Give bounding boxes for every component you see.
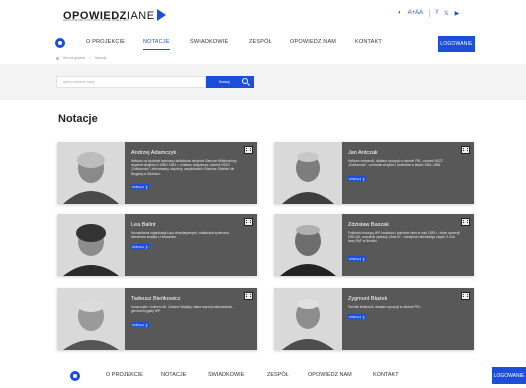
person-description: Kompozytor i żołnierz AK, Żołnierz Wyklę… [131, 305, 233, 314]
divider [429, 9, 431, 17]
film-icon [461, 146, 470, 154]
toolbar: ◐ A+AA f 𝕏 ▶ [398, 9, 459, 17]
search-icon [242, 78, 248, 84]
nav-item-kontakt[interactable]: KONTAKT [373, 372, 399, 378]
nav-item-zespol[interactable]: ZESPÓŁ [267, 372, 289, 378]
breadcrumb-separator: › [89, 56, 91, 60]
nav-item-swiadkowie[interactable]: ŚWIADKOWIE [208, 372, 244, 378]
home-icon[interactable] [55, 38, 65, 48]
logo[interactable]: OPOWIEDZIANE ARCHIWUM HISTORII MÓWIONEJ … [63, 6, 166, 24]
more-button[interactable]: WIĘCEJ ❯ [131, 322, 149, 327]
person-description: Humanitarna organizacja Łącz charytatywn… [131, 231, 230, 240]
search-band: wpisz szukane frazy Szukaj [0, 64, 526, 100]
nav-item-o-projekcie[interactable]: O PROJEKCIE [106, 372, 143, 378]
nav-item-notacje[interactable]: NOTACJE [161, 372, 186, 378]
nav-item-zespol[interactable]: ZESPÓŁ [249, 39, 272, 45]
person-card[interactable]: Zygmunt Błażek Technik elektronik, dział… [274, 288, 474, 350]
person-card[interactable]: Andrzej Adamczyk Hafciarz na wydziale fa… [57, 142, 257, 204]
more-button[interactable]: WIĘCEJ ❯ [348, 314, 366, 319]
film-icon [244, 146, 253, 154]
portrait-photo [274, 142, 342, 204]
portrait-photo [274, 214, 342, 276]
sticky-nav: O PROJEKCIE NOTACJE ŚWIADKOWIE ZESPÓŁ OP… [0, 364, 526, 388]
breadcrumb-item[interactable]: Strona główna [63, 56, 85, 60]
person-card[interactable]: Zdzisław Baszak Fotboarbi noszący WP, kr… [274, 214, 474, 276]
person-description: Hafciarz na wydziale fasonowo-kadłubków … [131, 159, 238, 176]
breadcrumb: Strona główna › Notacje [56, 56, 106, 60]
more-button[interactable]: WIĘCEJ ❯ [348, 176, 366, 181]
portrait-photo [57, 288, 125, 350]
facebook-icon[interactable]: f [436, 10, 438, 16]
youtube-icon[interactable]: ▶ [455, 10, 460, 17]
more-button[interactable]: WIĘCEJ ❯ [131, 244, 149, 249]
person-name[interactable]: Zdzisław Baszak [348, 222, 389, 228]
home-icon[interactable] [56, 56, 59, 60]
search-button-label: Szukaj [219, 80, 230, 84]
person-card[interactable]: Tadeusz Bieńkowicz Kompozytor i żołnierz… [57, 288, 257, 350]
person-name[interactable]: Jan Antczak [348, 150, 378, 156]
nav-item-o-projekcie[interactable]: O PROJEKCIE [86, 39, 125, 45]
portrait-photo [274, 288, 342, 350]
logo-subtitle: ARCHIWUM HISTORII MÓWIONEJ IPN [63, 18, 129, 22]
person-card[interactable]: Jan Antczak Hafciarz mewarski, działacz … [274, 142, 474, 204]
person-description: Technik elektronik, działacz opozycji w … [348, 305, 422, 309]
person-description: Fotboarbi noszący WP, kradzeża i potrzeb… [348, 231, 460, 244]
portrait-photo [57, 142, 125, 204]
contrast-icon[interactable]: ◐ [398, 10, 402, 16]
nav-item-notacje[interactable]: NOTACJE [143, 39, 170, 50]
home-icon[interactable] [70, 371, 80, 381]
login-button[interactable]: LOGOWANIE [492, 367, 526, 384]
film-icon [244, 218, 253, 226]
breadcrumb-item: Notacje [94, 56, 107, 60]
more-button[interactable]: WIĘCEJ ❯ [131, 184, 149, 189]
person-name[interactable]: Andrzej Adamczyk [131, 150, 176, 156]
film-icon [461, 218, 470, 226]
nav-item-swiadkowie[interactable]: ŚWIADKOWIE [190, 39, 228, 45]
login-button[interactable]: LOGOWANIE [438, 36, 475, 52]
film-icon [244, 292, 253, 300]
person-name[interactable]: Lea Balint [131, 222, 155, 228]
brand-bar: OPOWIEDZIANE ARCHIWUM HISTORII MÓWIONEJ … [0, 0, 526, 30]
card-panel: Lea Balint Humanitarna organizacja Łącz … [125, 214, 257, 276]
card-panel: Zygmunt Błażek Technik elektronik, dział… [342, 288, 474, 350]
more-button[interactable]: WIĘCEJ ❯ [348, 256, 366, 261]
page-title: Notacje [58, 113, 98, 125]
card-panel: Jan Antczak Hafciarz mewarski, działacz … [342, 142, 474, 204]
card-panel: Tadeusz Bieńkowicz Kompozytor i żołnierz… [125, 288, 257, 350]
card-panel: Andrzej Adamczyk Hafciarz na wydziale fa… [125, 142, 257, 204]
font-size-control[interactable]: A+AA [408, 10, 424, 16]
person-name[interactable]: Zygmunt Błażek [348, 296, 387, 302]
card-panel: Zdzisław Baszak Fotboarbi noszący WP, kr… [342, 214, 474, 276]
logo-play-icon [156, 9, 166, 21]
twitter-icon[interactable]: 𝕏 [444, 10, 449, 17]
nav-item-opowiedz-nam[interactable]: OPOWIEDZ NAM [290, 39, 336, 45]
search-input[interactable]: wpisz szukane frazy [56, 76, 206, 88]
nav-item-opowiedz-nam[interactable]: OPOWIEDZ NAM [308, 372, 352, 378]
person-description: Hafciarz mewarski, działacz opozycji w o… [348, 159, 443, 168]
nav-item-kontakt[interactable]: KONTAKT [355, 39, 382, 45]
person-card[interactable]: Lea Balint Humanitarna organizacja Łącz … [57, 214, 257, 276]
search-button[interactable]: Szukaj [206, 76, 254, 88]
person-name[interactable]: Tadeusz Bieńkowicz [131, 296, 181, 302]
portrait-photo [57, 214, 125, 276]
film-icon [461, 292, 470, 300]
